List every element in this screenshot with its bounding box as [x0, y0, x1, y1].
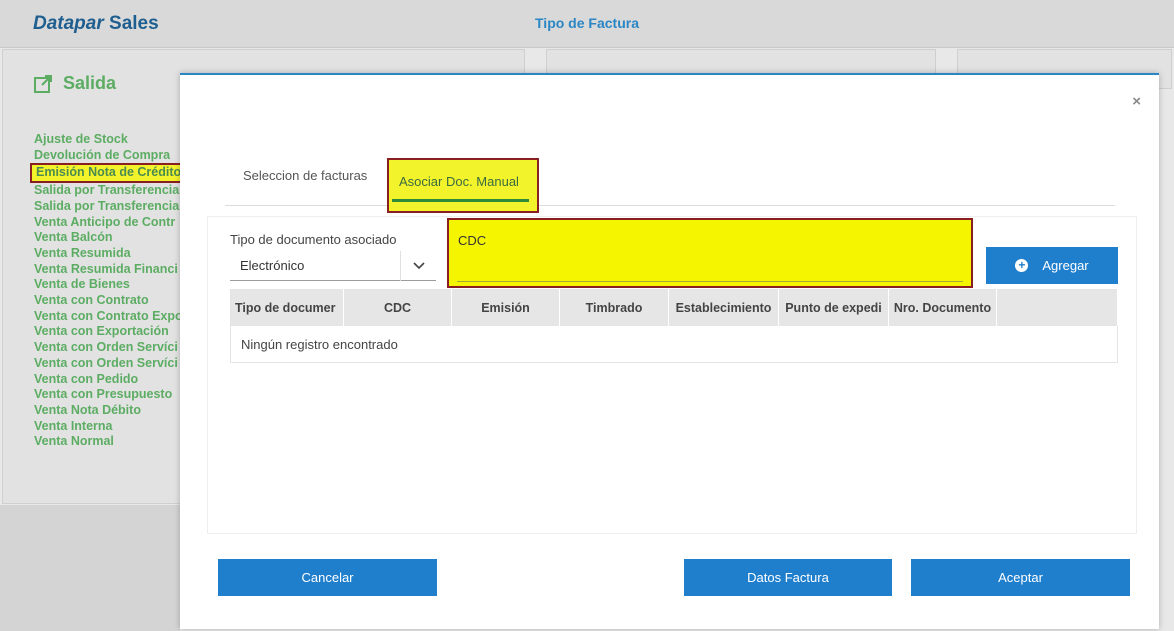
col-establecimiento[interactable]: Establecimiento: [668, 289, 779, 326]
menu-item[interactable]: Venta Resumida Financi: [34, 262, 184, 278]
background-area: [0, 505, 180, 631]
close-icon[interactable]: ×: [1132, 93, 1141, 110]
tab-bar: Seleccion de facturas Asociar Doc. Manua…: [225, 158, 1115, 213]
add-button[interactable]: + Agregar: [986, 247, 1118, 284]
top-bar: Datapar Sales Tipo de Factura: [0, 0, 1174, 48]
salida-menu: Ajuste de Stock Devolución de Compra Emisi…: [30, 132, 194, 450]
tab-asociar-doc-manual[interactable]: Asociar Doc. Manual: [387, 158, 539, 213]
menu-item[interactable]: Venta con Presupuesto: [34, 387, 184, 403]
accept-button[interactable]: Aceptar: [911, 559, 1130, 596]
doc-type-label: Tipo de documento asociado: [230, 232, 397, 247]
cdc-input[interactable]: [457, 250, 963, 282]
menu-item[interactable]: Venta Resumida: [34, 246, 184, 262]
menu-item[interactable]: Venta con Exportación: [34, 324, 184, 340]
col-emision[interactable]: Emisión: [451, 289, 560, 326]
tab-label: Asociar Doc. Manual: [399, 174, 519, 189]
panel-header: Salida: [33, 73, 116, 94]
menu-item[interactable]: Venta con Orden Servíci: [34, 356, 184, 372]
menu-item[interactable]: Venta Anticipo de Contr: [34, 215, 184, 231]
menu-item[interactable]: Venta Balcón: [34, 230, 184, 246]
menu-item[interactable]: Venta de Bienes: [34, 277, 184, 293]
menu-item[interactable]: Venta con Contrato: [34, 293, 184, 309]
doc-type-select[interactable]: Electrónico: [230, 251, 436, 281]
menu-item[interactable]: Venta Normal: [34, 434, 184, 450]
table-header-row: Tipo de documer CDC Emisión Timbrado Est…: [230, 289, 1118, 326]
plus-circle-icon: +: [1015, 259, 1029, 272]
page-title: Tipo de Factura: [535, 15, 639, 31]
modal-dialog: × Seleccion de facturas Asociar Doc. Man…: [180, 73, 1159, 629]
panel-title: Salida: [63, 73, 117, 93]
menu-item[interactable]: Salida por Transferencia: [34, 199, 184, 215]
menu-item[interactable]: Devolución de Compra: [34, 148, 184, 164]
add-button-label: Agregar: [1042, 258, 1089, 273]
col-cdc[interactable]: CDC: [343, 289, 452, 326]
external-link-icon: [34, 74, 52, 93]
menu-item[interactable]: Venta con Pedido: [34, 372, 184, 388]
menu-item[interactable]: Venta con Orden Servíci: [34, 340, 184, 356]
menu-item[interactable]: Emisión Nota de Crédito: [30, 163, 194, 184]
chevron-down-icon: [400, 251, 436, 281]
col-punto-expedicion[interactable]: Punto de expedi: [778, 289, 889, 326]
documents-table: Tipo de documer CDC Emisión Timbrado Est…: [230, 289, 1118, 363]
menu-item[interactable]: Venta Interna: [34, 419, 184, 435]
cdc-label: CDC: [458, 233, 487, 248]
col-tipo-documento[interactable]: Tipo de documer: [230, 289, 344, 326]
tab-seleccion-facturas[interactable]: Seleccion de facturas: [243, 168, 367, 183]
empty-message: Ningún registro encontrado: [230, 325, 1118, 363]
col-empty: [996, 289, 1118, 326]
table-row: Ningún registro encontrado: [230, 325, 1118, 363]
menu-item[interactable]: Ajuste de Stock: [34, 132, 184, 148]
menu-item[interactable]: Venta Nota Débito: [34, 403, 184, 419]
menu-item[interactable]: Salida por Transferencia: [34, 183, 184, 199]
doc-type-value: Electrónico: [240, 258, 305, 273]
active-tab-indicator: [392, 199, 529, 202]
menu-item[interactable]: Venta con Contrato Expo: [34, 309, 184, 325]
datos-factura-button[interactable]: Datos Factura: [684, 559, 892, 596]
col-nro-documento[interactable]: Nro. Documento: [888, 289, 997, 326]
col-timbrado[interactable]: Timbrado: [559, 289, 669, 326]
cdc-field-highlight: CDC: [447, 218, 973, 288]
cancel-button[interactable]: Cancelar: [218, 559, 437, 596]
